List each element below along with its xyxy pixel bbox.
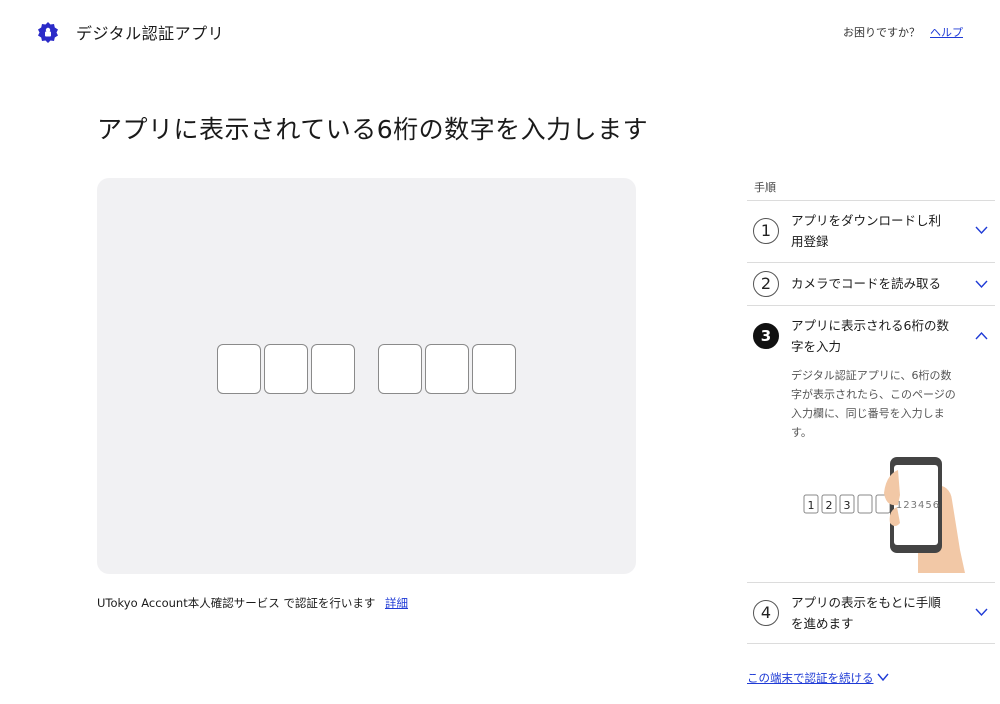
divider: [747, 643, 995, 644]
continue-on-this-device-link[interactable]: この端末で認証を続ける: [747, 670, 874, 686]
code-digit-input-1[interactable]: [217, 344, 261, 394]
code-digit-input-3[interactable]: [311, 344, 355, 394]
step-label: アプリの表示をもとに手順 を進めます: [791, 595, 941, 631]
step-3-description: デジタル認証アプリに、6桁の数 字が表示されたら、このページの 入力欄に、同じ番…: [791, 369, 956, 439]
details-link[interactable]: 詳細: [385, 595, 408, 611]
code-digit-input-5[interactable]: [425, 344, 469, 394]
help-question: お困りですか？: [843, 26, 920, 39]
help-link[interactable]: ヘルプ: [930, 24, 963, 40]
app-header: デジタル認証アプリ お困りですか？ ヘルプ: [0, 0, 1000, 64]
app-title: デジタル認証アプリ: [76, 24, 225, 43]
illus-digit: 3: [844, 499, 851, 512]
service-note: UTokyo Account本人確認サービス で認証を行います: [97, 596, 376, 610]
divider: [747, 200, 995, 201]
code-digit-input-2[interactable]: [264, 344, 308, 394]
code-entry-panel: [97, 178, 636, 574]
illus-digit: 1: [808, 499, 815, 512]
divider: [747, 305, 995, 306]
step-number: 1: [753, 218, 779, 244]
divider: [747, 582, 995, 583]
chevron-down-icon: [975, 280, 988, 289]
step-number: 2: [753, 271, 779, 297]
step-label: アプリに表示される6桁の数 字を入力: [791, 318, 949, 354]
step-number: 4: [753, 600, 779, 626]
chevron-down-icon: [975, 608, 988, 617]
code-digit-input-4[interactable]: [378, 344, 422, 394]
illus-digit: 2: [826, 499, 833, 512]
step-number: 3: [753, 323, 779, 349]
step-label: アプリをダウンロードし利 用登録: [791, 213, 942, 249]
page-title: アプリに表示されている6桁の数字を入力します: [97, 115, 649, 144]
step-label: カメラでコードを読み取る: [791, 276, 942, 291]
app-logo-icon: [38, 22, 58, 43]
chevron-down-icon[interactable]: [877, 673, 889, 682]
divider: [747, 262, 995, 263]
phone-illustration: 1 2 3 123456: [803, 457, 965, 573]
phone-code-text: 123456: [896, 500, 940, 511]
code-digit-input-6[interactable]: [472, 344, 516, 394]
chevron-up-icon: [975, 331, 988, 340]
steps-heading: 手順: [754, 181, 776, 194]
chevron-down-icon: [975, 226, 988, 235]
